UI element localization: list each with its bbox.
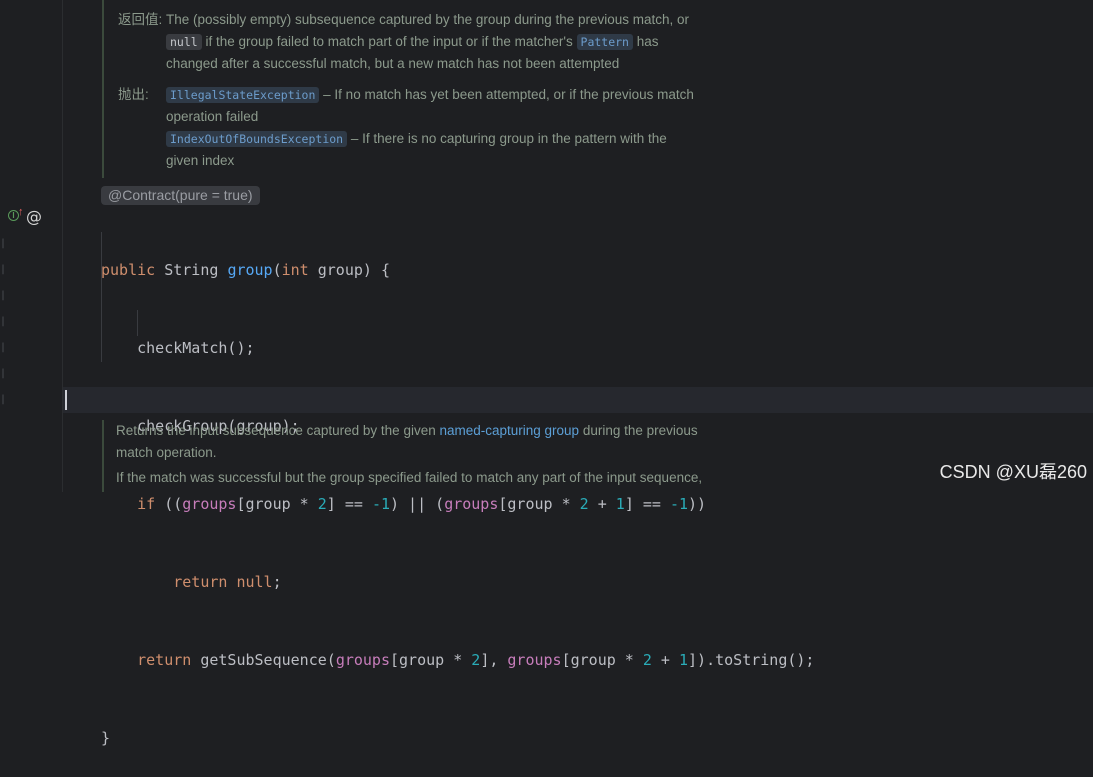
gutter-marker: | [0,238,7,249]
code-line-signature: public String group(int group) { [101,261,390,279]
watermark: CSDN @XU磊260 [939,462,1087,482]
gutter-marker: | [0,264,7,275]
code-line-return-subsequence: return getSubSequence(groups[group * 2],… [137,651,815,669]
illegal-state-exception-link[interactable]: IllegalStateException [166,86,320,103]
pattern-link[interactable]: Pattern [576,33,633,50]
null-code-chip: null [166,33,202,50]
code-line-return-null: return null; [173,573,282,591]
doc-returns-row: 返回值: The (possibly empty) subsequence ca… [104,9,744,75]
doc-paragraph-2: If the match was successful but the grou… [116,470,703,485]
gutter-marker: | [0,368,7,379]
throws-label: 抛出: [118,86,149,102]
returns-description: The (possibly empty) subsequence capture… [166,12,690,71]
javadoc-popup-top: 返回值: The (possibly empty) subsequence ca… [102,0,744,178]
code-line-checkmatch: checkMatch(); [101,339,255,357]
line-gutter: | | | | | | | I ↑ @ [0,0,63,492]
current-line-highlight [63,387,1093,413]
javadoc-popup-bottom: Returns the input subsequence captured b… [102,420,756,492]
doc-throws-row: 抛出: IllegalStateException – If no match … [104,84,744,172]
named-capturing-group-link[interactable]: named-capturing group [439,423,579,438]
contract-inlay-hint[interactable]: @Contract(pure = true) [101,186,260,205]
throws-description: IllegalStateException – If no match has … [166,86,694,168]
gutter-icons: I ↑ @ [8,206,42,226]
text-caret [65,390,67,410]
annotation-at-icon[interactable]: @ [26,207,42,226]
gutter-marker: | [0,316,7,327]
gutter-marker: | [0,290,7,301]
code-line-close-brace: } [101,729,111,747]
gutter-marker: | [0,394,7,405]
implements-method-icon[interactable]: I ↑ [8,206,24,224]
index-out-of-bounds-exception-link[interactable]: IndexOutOfBoundsException [166,130,348,147]
doc-paragraph-1: Returns the input subsequence captured b… [116,423,698,460]
gutter-marker: | [0,342,7,353]
code-line-if: if ((groups[group * 2] == -1) || (groups… [137,495,707,513]
method-name-group[interactable]: group [227,261,272,279]
returns-label: 返回值: [118,12,163,27]
